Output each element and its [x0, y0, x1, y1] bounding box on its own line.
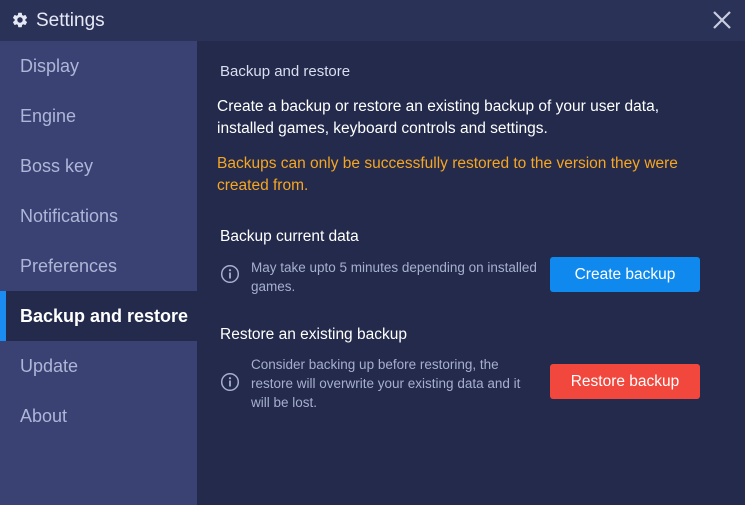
sidebar-item-update[interactable]: Update: [0, 341, 197, 391]
sidebar-item-preferences[interactable]: Preferences: [0, 241, 197, 291]
restore-section-title: Restore an existing backup: [220, 326, 407, 343]
section-description: Create a backup or restore an existing b…: [217, 98, 659, 137]
restore-backup-button[interactable]: Restore backup: [550, 364, 700, 399]
sidebar-item-label: Update: [20, 356, 79, 376]
title-bar: Settings: [0, 0, 745, 41]
sidebar: Display Engine Boss key Notifications Pr…: [0, 41, 197, 505]
sidebar-item-backup-and-restore[interactable]: Backup and restore: [0, 291, 197, 341]
sidebar-item-label: Notifications: [20, 206, 119, 226]
restore-info-text: Consider backing up before restoring, th…: [251, 357, 521, 410]
backup-info-text: May take upto 5 minutes depending on ins…: [251, 260, 537, 294]
sidebar-item-engine[interactable]: Engine: [0, 91, 197, 141]
sidebar-item-label: Backup and restore: [20, 306, 189, 326]
sidebar-item-label: Preferences: [20, 256, 118, 276]
main-content: Backup and restore Create a backup or re…: [197, 41, 745, 505]
sidebar-item-notifications[interactable]: Notifications: [0, 191, 197, 241]
settings-window: Settings Display Engine Boss key Notific…: [0, 0, 745, 505]
create-backup-button[interactable]: Create backup: [550, 257, 700, 292]
active-indicator: [0, 291, 6, 341]
section-title: Backup and restore: [220, 63, 351, 80]
backup-section-title: Backup current data: [220, 228, 359, 245]
close-icon[interactable]: [708, 6, 736, 34]
warning-text: Backups can only be successfully restore…: [217, 155, 678, 194]
sidebar-item-label: Display: [20, 56, 80, 76]
info-icon: [220, 372, 240, 392]
sidebar-item-label: Engine: [20, 106, 77, 126]
window-title: Settings: [36, 10, 105, 31]
sidebar-item-label: About: [20, 406, 68, 426]
sidebar-item-display[interactable]: Display: [0, 41, 197, 91]
gear-icon: [12, 12, 28, 28]
sidebar-item-boss-key[interactable]: Boss key: [0, 141, 197, 191]
sidebar-item-label: Boss key: [20, 156, 94, 176]
sidebar-item-about[interactable]: About: [0, 391, 197, 441]
info-icon: [220, 264, 240, 284]
